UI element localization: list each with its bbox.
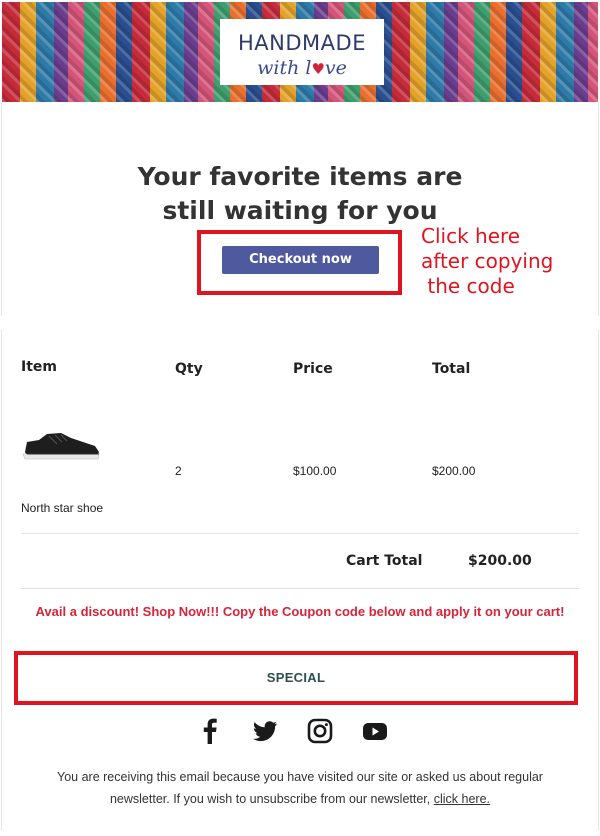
- sneaker-image[interactable]: [21, 428, 101, 462]
- promo-text: Avail a discount! Shop Now!!! Copy the C…: [35, 604, 565, 619]
- column-header-item: Item: [21, 359, 57, 375]
- column-header-total: Total: [432, 361, 471, 377]
- logo-title: HANDMADE: [238, 31, 366, 55]
- logo: HANDMADE with l♥ve: [220, 19, 384, 85]
- item-total: $200.00: [432, 464, 476, 478]
- heart-icon: ♥: [311, 60, 325, 78]
- item-name[interactable]: North star shoe: [21, 501, 103, 515]
- twitter-icon[interactable]: [250, 716, 280, 746]
- cart-total-value: $200.00: [468, 553, 532, 569]
- page-title: Your favorite items are still waiting fo…: [137, 162, 463, 225]
- card-border-right-lower: [598, 330, 599, 830]
- coupon-code[interactable]: SPECIAL: [14, 651, 578, 705]
- unsubscribe-link[interactable]: click here.: [434, 792, 490, 806]
- header-banner: HANDMADE with l♥ve: [2, 2, 598, 102]
- divider: [21, 533, 579, 534]
- annotation-text: Click here after copying the code: [421, 224, 554, 298]
- logo-tagline: with l♥ve: [257, 57, 347, 79]
- card-border-left-lower: [1, 330, 2, 830]
- cart-total-label: Cart Total: [346, 553, 423, 569]
- instagram-icon[interactable]: [305, 716, 335, 746]
- column-header-qty: Qty: [175, 361, 203, 377]
- item-price: $100.00: [293, 464, 337, 478]
- item-qty: 2: [175, 464, 182, 478]
- facebook-icon[interactable]: [195, 716, 225, 746]
- checkout-button[interactable]: Checkout now: [222, 246, 379, 274]
- column-header-price: Price: [293, 361, 333, 377]
- divider: [21, 588, 579, 589]
- youtube-icon[interactable]: [360, 716, 390, 746]
- footer-text: You are receiving this email because you…: [57, 770, 543, 806]
